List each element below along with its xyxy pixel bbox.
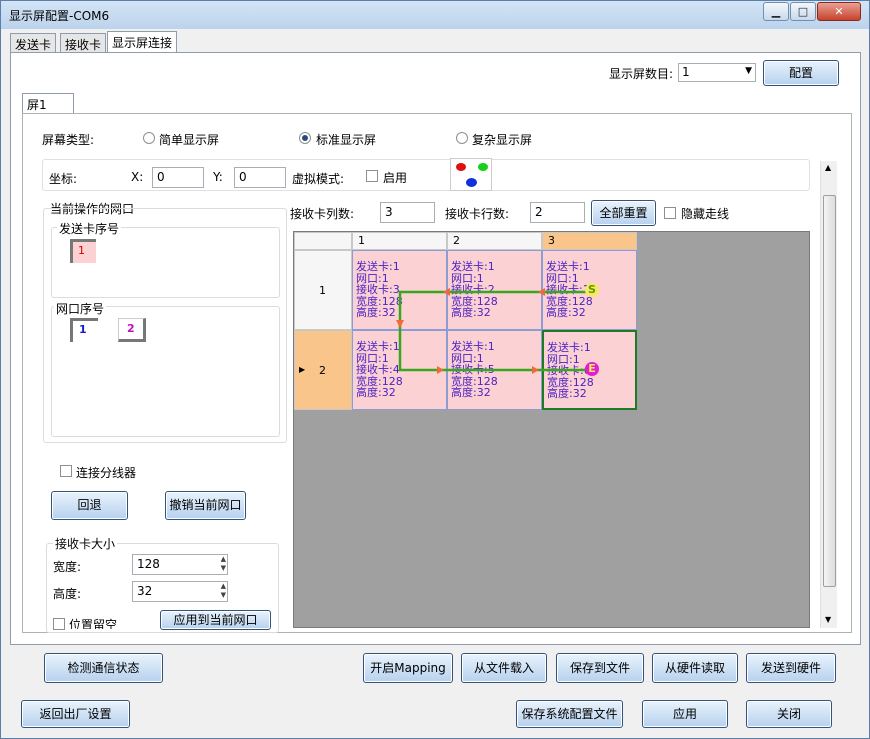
screen-count-label: 显示屏数目:	[609, 67, 674, 81]
receiver-cols-label: 接收卡列数:	[290, 207, 355, 221]
tab-sender[interactable]: 发送卡	[10, 33, 57, 53]
maximize-button[interactable]: □	[790, 2, 816, 21]
screen-type-label: 屏幕类型:	[42, 133, 95, 147]
height-label: 高度:	[53, 587, 82, 601]
window-title: 显示屏配置-COM6	[9, 9, 110, 23]
stepper-icon[interactable]: ▲ ▼	[221, 582, 226, 600]
radio-standard-label: 标准显示屏	[316, 133, 377, 147]
port-title: 网口序号	[54, 300, 107, 317]
coords-label: 坐标:	[49, 172, 78, 186]
save-file-button[interactable]: 保存到文件	[556, 653, 644, 683]
mapping-button[interactable]: 开启Mapping	[363, 653, 453, 683]
tab-screen-connection[interactable]: 显示屏连接	[107, 31, 178, 53]
x-input[interactable]: 0	[152, 167, 204, 188]
maximize-icon: □	[797, 5, 809, 18]
width-label: 宽度:	[53, 560, 82, 574]
enable-checkbox[interactable]	[366, 170, 378, 182]
close-dialog-button[interactable]: 关闭	[746, 700, 832, 728]
title-bar: 显示屏配置-COM6 ▁ □ ✕	[1, 1, 869, 29]
route-lines	[396, 288, 590, 374]
receiver-rows-label: 接收卡行数:	[445, 207, 510, 221]
vertical-scrollbar[interactable]: ▲ ▼	[820, 161, 837, 628]
width-value: 128	[137, 557, 160, 571]
tab-receiver[interactable]: 接收卡	[60, 33, 107, 53]
apply-port-button[interactable]: 应用到当前网口	[160, 610, 271, 630]
height-value: 32	[137, 584, 153, 598]
stepper-icon[interactable]: ▲ ▼	[221, 555, 226, 573]
scroll-up-icon[interactable]: ▲	[825, 163, 831, 172]
card-size-title: 接收卡大小	[53, 535, 118, 552]
start-marker: S	[585, 283, 599, 297]
receiver-grid[interactable]: 1 2 3 1 2 ▶ 发送卡:1 网口:1 接收卡:3 宽度:128 高度:32 发送…	[293, 231, 810, 628]
read-hardware-button[interactable]: 从硬件读取	[652, 653, 738, 683]
hide-route-label: 隐藏走线	[681, 207, 730, 221]
reset-all-button[interactable]: 全部重置	[591, 200, 656, 226]
receiver-cols-input[interactable]: 3	[380, 202, 435, 223]
hide-route-checkbox[interactable]	[664, 207, 676, 219]
minimize-button[interactable]: ▁	[763, 2, 789, 21]
screen-count-value: 1	[682, 65, 690, 79]
radio-standard[interactable]	[299, 132, 311, 144]
port-item-1[interactable]: 1	[70, 318, 98, 342]
x-label: X:	[131, 170, 144, 184]
screen-count-select[interactable]: 1 ▼	[678, 63, 756, 82]
height-input[interactable]: 32 ▲ ▼	[132, 581, 228, 602]
back-button[interactable]: 回退	[51, 491, 128, 520]
ok-button[interactable]: 应用	[642, 700, 728, 728]
sender-title: 发送卡序号	[57, 220, 122, 237]
radio-complex-label: 复杂显示屏	[472, 133, 533, 147]
main-window: 显示屏配置-COM6 ▁ □ ✕ 发送卡 接收卡 显示屏连接 显示屏数目: 1 …	[0, 0, 870, 739]
chevron-down-icon: ▼	[745, 66, 752, 76]
close-button[interactable]: ✕	[817, 2, 861, 21]
scroll-down-icon[interactable]: ▼	[825, 615, 831, 624]
width-input[interactable]: 128 ▲ ▼	[132, 554, 228, 575]
virtual-mode-label: 虚拟模式:	[292, 172, 345, 186]
tab-screen1[interactable]: 屏1	[22, 93, 74, 115]
load-file-button[interactable]: 从文件载入	[461, 653, 547, 683]
factory-reset-button[interactable]: 返回出厂设置	[21, 700, 130, 728]
save-config-button[interactable]: 保存系统配置文件	[516, 700, 623, 728]
undo-port-button[interactable]: 撤销当前网口	[165, 491, 246, 520]
y-label: Y:	[213, 170, 223, 184]
radio-simple-label: 简单显示屏	[159, 133, 220, 147]
send-hardware-button[interactable]: 发送到硬件	[746, 653, 836, 683]
reserve-checkbox[interactable]	[53, 618, 65, 630]
reserve-label: 位置留空	[69, 618, 118, 629]
y-input[interactable]: 0	[234, 167, 286, 188]
sender-item-1[interactable]: 1	[70, 239, 96, 263]
scroll-thumb[interactable]	[823, 195, 836, 587]
radio-simple[interactable]	[143, 132, 155, 144]
splitter-label: 连接分线器	[76, 466, 137, 480]
rgb-dots-icon[interactable]	[450, 158, 492, 191]
port-item-2[interactable]: 2	[118, 318, 146, 342]
radio-complex[interactable]	[456, 132, 468, 144]
config-button[interactable]: 配置	[763, 60, 839, 86]
enable-label: 启用	[383, 171, 408, 185]
minimize-icon: ▁	[771, 5, 781, 18]
splitter-checkbox[interactable]	[60, 465, 72, 477]
close-icon: ✕	[834, 5, 844, 18]
receiver-rows-input[interactable]: 2	[530, 202, 585, 223]
detect-button[interactable]: 检测通信状态	[44, 653, 163, 683]
end-marker: E	[585, 362, 599, 376]
